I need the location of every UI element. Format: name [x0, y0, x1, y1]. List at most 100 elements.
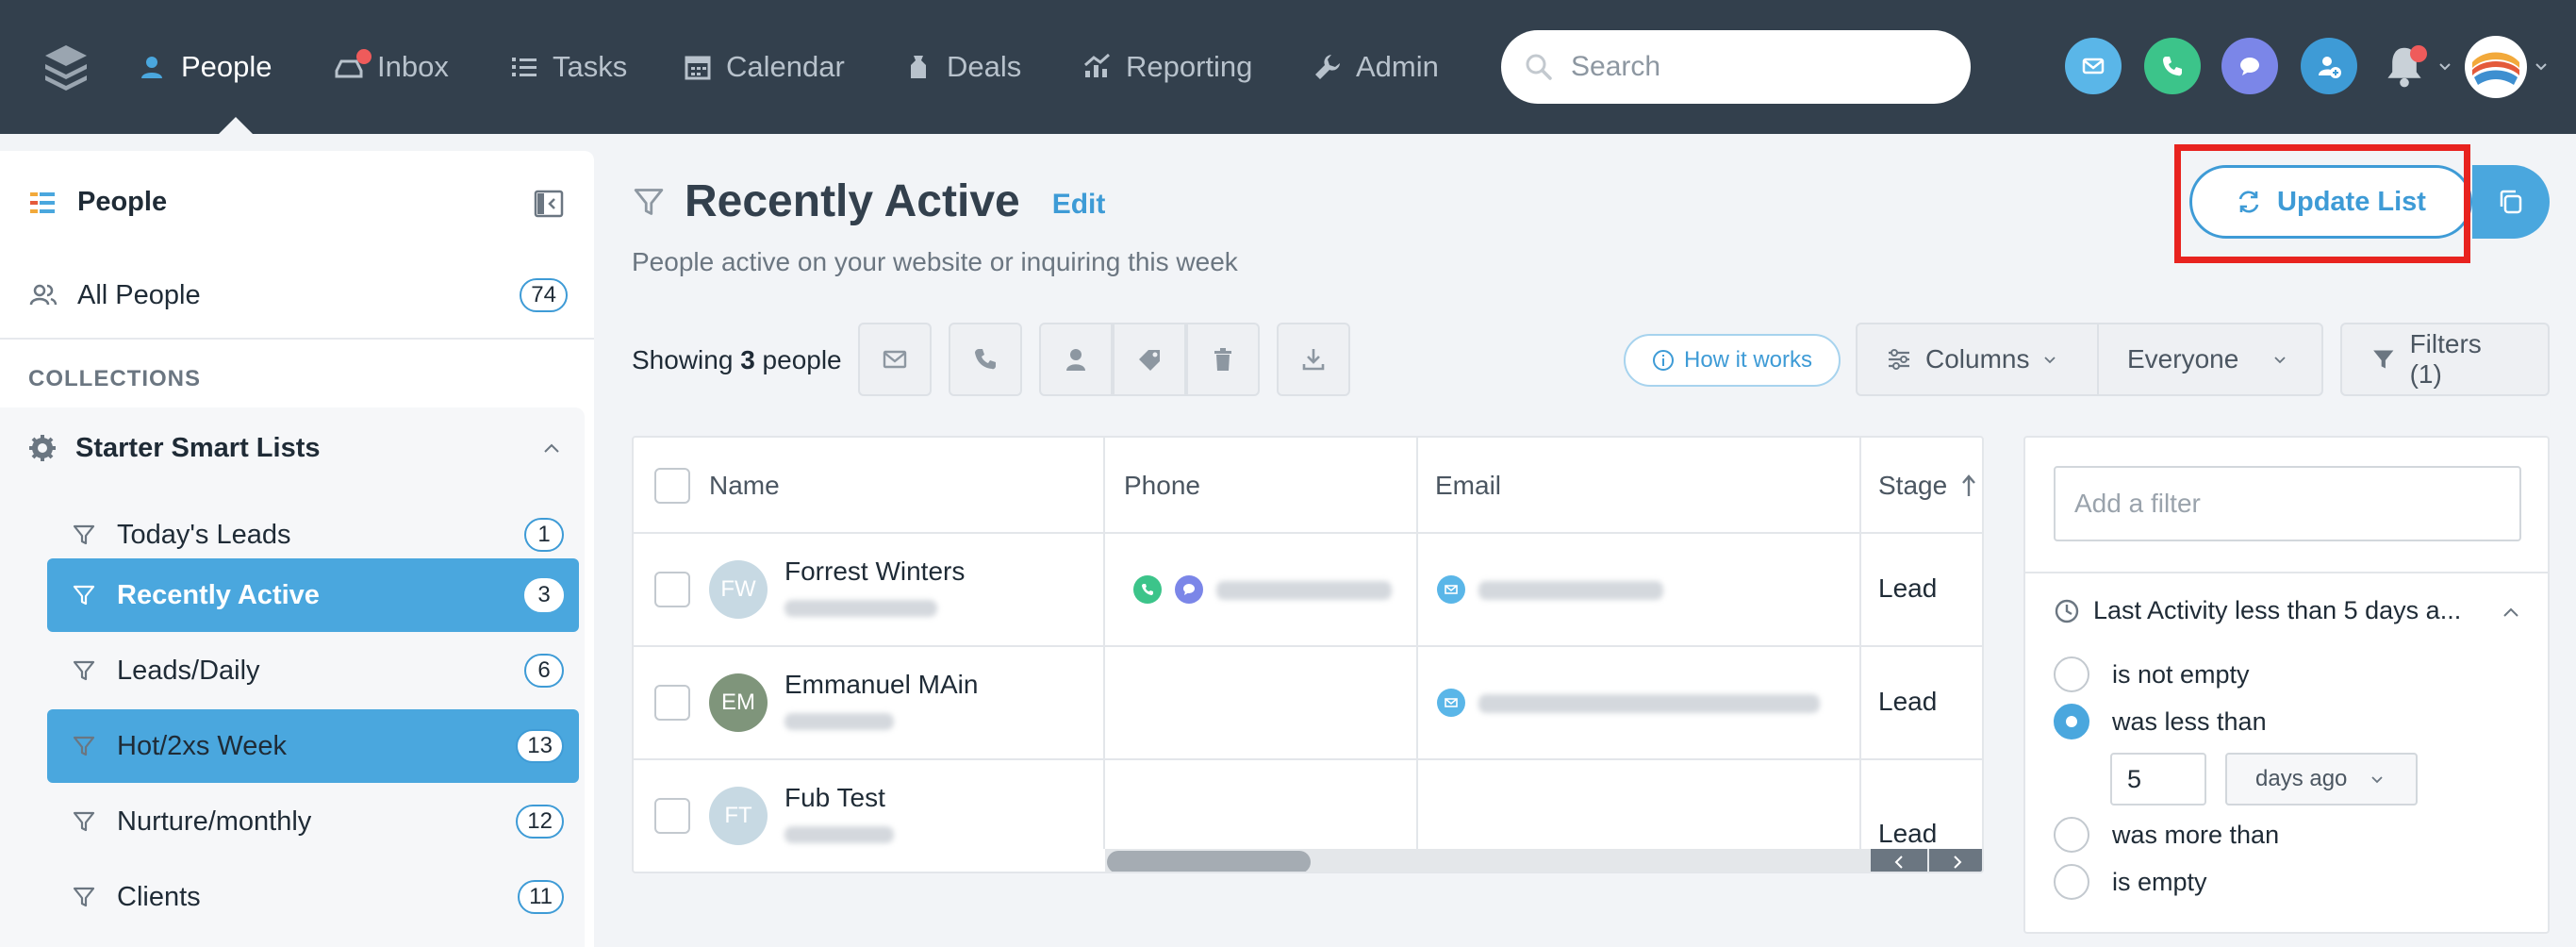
- notifications-button[interactable]: [2376, 38, 2433, 94]
- column-header-phone[interactable]: Phone: [1124, 438, 1200, 534]
- chevron-down-icon[interactable]: [2438, 62, 2452, 72]
- nav-deals[interactable]: Deals: [903, 0, 1021, 134]
- people-table: Name Phone Email Stage FW Forrest Winter…: [632, 436, 1984, 873]
- edit-link[interactable]: Edit: [1052, 189, 1106, 221]
- person-name[interactable]: Forrest Winters: [784, 557, 965, 587]
- showing-prefix: Showing: [632, 345, 734, 374]
- chat-bubble-icon: [2240, 58, 2259, 75]
- radio-button[interactable]: [2054, 656, 2089, 692]
- table-header: Name Phone Email Stage: [634, 438, 1982, 534]
- smart-list-group-header[interactable]: Starter Smart Lists: [28, 424, 568, 472]
- bulk-call-button[interactable]: [949, 323, 1022, 396]
- filter-panel: Last Activity less than 5 days a... is n…: [2023, 436, 2550, 934]
- highlight-annotation: [2174, 144, 2470, 263]
- filters-button[interactable]: Filters (1): [2340, 323, 2550, 396]
- table-row[interactable]: EM Emmanuel MAin Lead: [634, 647, 1982, 760]
- sliders-icon: [1889, 349, 1909, 370]
- nav-tasks[interactable]: Tasks: [509, 0, 627, 134]
- sidebar-item-all-people[interactable]: All People 74: [28, 264, 568, 326]
- tag-button[interactable]: [1113, 323, 1186, 396]
- chat-bubble-icon: [1183, 584, 1195, 595]
- unit-select[interactable]: days ago: [2225, 753, 2418, 806]
- nav-inbox[interactable]: Inbox: [334, 0, 449, 134]
- wrench-icon: [1315, 55, 1340, 79]
- search-input[interactable]: [1571, 51, 1929, 83]
- scroll-right-button[interactable]: [1929, 849, 1982, 872]
- sidebar-item-hot-2xs-week[interactable]: Hot/2xs Week 13: [47, 709, 579, 783]
- sidebar-item-recently-active[interactable]: Recently Active 3: [47, 558, 579, 632]
- sidebar-item-nurture-monthly[interactable]: Nurture/monthly 12: [47, 785, 579, 858]
- list-title-row: Recently Active Edit: [632, 175, 1105, 227]
- chevron-left-icon: [1894, 856, 1903, 869]
- how-it-works-button[interactable]: How it works: [1624, 334, 1841, 387]
- nav-admin[interactable]: Admin: [1313, 0, 1439, 134]
- text-button[interactable]: [2221, 38, 2278, 94]
- radio-button-selected[interactable]: [2054, 704, 2089, 739]
- scroll-left-button[interactable]: [1871, 849, 1927, 872]
- nav-calendar[interactable]: Calendar: [683, 0, 845, 134]
- filter-heading[interactable]: Last Activity less than 5 days a...: [2054, 596, 2521, 625]
- option-is-empty[interactable]: is empty: [2054, 864, 2207, 900]
- nav-reporting[interactable]: Reporting: [1082, 0, 1252, 134]
- sidebar-item-clients[interactable]: Clients 11: [47, 860, 579, 934]
- call-button[interactable]: [2144, 38, 2201, 94]
- add-person-icon: [2319, 57, 2341, 78]
- horizontal-scrollbar[interactable]: [1105, 849, 1982, 872]
- everyone-dropdown[interactable]: Everyone: [2097, 323, 2323, 396]
- email-indicator[interactable]: [1437, 575, 1465, 604]
- days-value-input[interactable]: [2110, 753, 2206, 806]
- tasks-icon: [512, 58, 537, 76]
- row-checkbox[interactable]: [654, 572, 690, 607]
- user-avatar[interactable]: [2465, 36, 2527, 98]
- deals-icon: [911, 56, 926, 78]
- option-is-not-empty[interactable]: is not empty: [2054, 656, 2250, 692]
- sidebar-item-leads-daily[interactable]: Leads/Daily 6: [47, 634, 579, 707]
- chevron-right-icon: [1954, 856, 1962, 869]
- count-badge: 13: [516, 729, 564, 763]
- add-filter-input[interactable]: [2054, 466, 2521, 541]
- columns-label: Columns: [1925, 344, 2030, 374]
- column-header-stage[interactable]: Stage: [1878, 438, 1977, 534]
- scrollbar-thumb[interactable]: [1107, 851, 1311, 872]
- call-indicator[interactable]: [1133, 575, 1162, 604]
- column-header-name[interactable]: Name: [709, 438, 780, 534]
- phone-icon: [975, 349, 996, 370]
- chevron-down-icon[interactable]: [2535, 62, 2548, 72]
- chevron-up-icon[interactable]: [541, 438, 562, 458]
- person-name[interactable]: Emmanuel MAin: [784, 670, 978, 700]
- option-was-less-than[interactable]: was less than: [2054, 704, 2267, 739]
- add-person-button[interactable]: [2301, 38, 2357, 94]
- redacted-phone: [1216, 581, 1392, 600]
- column-header-email[interactable]: Email: [1435, 438, 1501, 534]
- delete-button[interactable]: [1186, 323, 1260, 396]
- radio-button[interactable]: [2054, 817, 2089, 853]
- export-button[interactable]: [1277, 323, 1350, 396]
- row-checkbox[interactable]: [654, 798, 690, 834]
- sidebar-item-label: All People: [77, 279, 201, 310]
- option-label: was less than: [2112, 706, 2267, 736]
- app-logo-icon[interactable]: [41, 42, 91, 91]
- person-name[interactable]: Fub Test: [784, 783, 885, 813]
- option-was-more-than[interactable]: was more than: [2054, 817, 2279, 853]
- search-box[interactable]: [1501, 30, 1971, 104]
- copy-list-button[interactable]: [2472, 165, 2550, 239]
- sidebar-header: People: [28, 187, 167, 218]
- divider: [2025, 572, 2548, 573]
- assign-agent-button[interactable]: [1039, 323, 1113, 396]
- collapse-sidebar-icon[interactable]: [534, 189, 564, 219]
- row-checkbox[interactable]: [654, 685, 690, 721]
- text-indicator[interactable]: [1175, 575, 1203, 604]
- columns-dropdown[interactable]: Columns: [1856, 323, 2099, 396]
- phone-icon: [1142, 584, 1153, 595]
- redacted-email: [1478, 581, 1663, 600]
- bulk-email-button[interactable]: [858, 323, 932, 396]
- email-indicator[interactable]: [1437, 689, 1465, 717]
- chevron-up-icon[interactable]: [2501, 602, 2521, 623]
- email-button[interactable]: [2065, 38, 2122, 94]
- table-row[interactable]: FW Forrest Winters Lead: [634, 534, 1982, 647]
- radio-button[interactable]: [2054, 864, 2089, 900]
- select-all-checkbox[interactable]: [654, 468, 690, 504]
- nav-people[interactable]: People: [138, 0, 272, 134]
- email-icon: [1445, 585, 1458, 594]
- count-badge: 12: [516, 805, 564, 839]
